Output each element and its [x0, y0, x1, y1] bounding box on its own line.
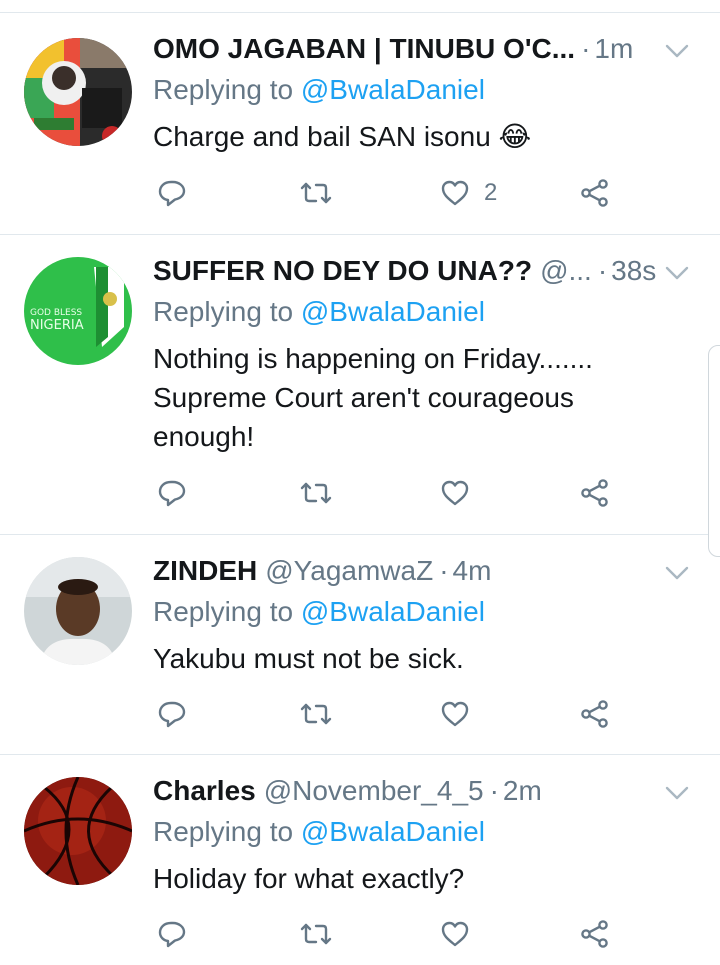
replying-to: Replying to @BwalaDaniel — [153, 296, 485, 328]
replying-prefix: Replying to — [153, 596, 294, 627]
like-button[interactable] — [440, 694, 484, 734]
like-icon — [441, 921, 469, 947]
share-icon — [581, 700, 608, 728]
user-handle[interactable]: @November_4_5 — [264, 775, 484, 807]
display-name[interactable]: Charles — [153, 775, 256, 807]
reply-icon — [158, 701, 186, 728]
timestamp[interactable]: 4m — [453, 555, 492, 587]
chevron-down-icon[interactable] — [664, 780, 690, 806]
retweet-icon — [300, 923, 332, 945]
mention-link[interactable]: @BwalaDaniel — [301, 74, 485, 105]
tweet-header: Charles @November_4_5 · 2m — [153, 775, 542, 809]
like-button[interactable] — [440, 473, 484, 513]
separator-dot: · — [597, 255, 608, 286]
tweet-item[interactable]: GOD BLESS NIGERIA SUFFER NO DEY DO UNA??… — [0, 235, 720, 535]
avatar[interactable]: GOD BLESS NIGERIA — [24, 257, 132, 365]
avatar[interactable] — [24, 557, 132, 665]
retweet-button[interactable] — [297, 914, 335, 954]
tweet-item[interactable]: Charles @November_4_5 · 2m Replying to @… — [0, 755, 720, 965]
reply-button[interactable] — [157, 473, 187, 513]
replying-prefix: Replying to — [153, 816, 294, 847]
chevron-down-icon[interactable] — [664, 260, 690, 286]
chevron-down-icon[interactable] — [664, 560, 690, 586]
separator-dot: · — [581, 33, 591, 64]
tweet-text: Yakubu must not be sick. — [153, 643, 464, 674]
avatar[interactable] — [24, 38, 132, 146]
like-count: 2 — [484, 179, 498, 206]
retweet-button[interactable] — [297, 694, 335, 734]
reply-icon — [158, 480, 186, 507]
user-handle[interactable]: @... — [540, 255, 592, 287]
replying-to: Replying to @BwalaDaniel — [153, 596, 485, 628]
display-name[interactable]: SUFFER NO DEY DO UNA?? — [153, 255, 532, 287]
reply-icon — [158, 180, 186, 207]
action-bar — [155, 694, 635, 734]
share-button[interactable] — [580, 173, 610, 213]
share-icon — [581, 920, 608, 948]
like-button[interactable] — [440, 914, 484, 954]
share-button[interactable] — [580, 473, 610, 513]
mention-link[interactable]: @BwalaDaniel — [301, 596, 485, 627]
like-icon — [441, 180, 469, 206]
chevron-down-icon[interactable] — [664, 38, 690, 64]
retweet-icon — [300, 182, 332, 204]
tweet-item[interactable]: OMO JAGABAN | TINUBU O'C... · 1m Replyin… — [0, 13, 720, 235]
avatar-text: GOD BLESS — [30, 308, 82, 318]
retweet-button[interactable] — [297, 173, 335, 213]
mention-link[interactable]: @BwalaDaniel — [301, 816, 485, 847]
tweet-header: OMO JAGABAN | TINUBU O'C... · 1m — [153, 33, 633, 67]
like-icon — [441, 701, 469, 727]
display-name[interactable]: OMO JAGABAN | TINUBU O'C... — [153, 33, 575, 65]
timestamp[interactable]: 1m — [594, 33, 633, 65]
like-icon — [441, 480, 469, 506]
tweet-item[interactable]: ZINDEH @YagamwaZ · 4m Replying to @Bwala… — [0, 535, 720, 755]
timestamp[interactable]: 2m — [503, 775, 542, 807]
like-button[interactable]: 2 — [440, 173, 497, 213]
share-icon — [581, 479, 608, 507]
separator-dot: · — [439, 555, 449, 586]
tweet-header: ZINDEH @YagamwaZ · 4m — [153, 555, 491, 589]
tweet-text: Holiday for what exactly? — [153, 863, 465, 894]
replying-to: Replying to @BwalaDaniel — [153, 74, 485, 106]
action-bar: 2 — [155, 173, 635, 213]
replying-prefix: Replying to — [153, 74, 294, 105]
retweet-icon — [300, 703, 332, 725]
replying-to: Replying to @BwalaDaniel — [153, 816, 485, 848]
timestamp[interactable]: 38s — [611, 255, 656, 287]
mention-link[interactable]: @BwalaDaniel — [301, 296, 485, 327]
avatar-text: NIGERIA — [30, 318, 84, 333]
avatar[interactable] — [24, 777, 132, 885]
user-handle[interactable]: @YagamwaZ — [265, 555, 433, 587]
tweet-text: Nothing is happening on Friday....... Su… — [153, 343, 593, 452]
reply-icon — [158, 921, 186, 948]
reply-button[interactable] — [157, 173, 187, 213]
share-icon — [581, 179, 608, 207]
tweet-text: Charge and bail SAN isonu 😂 — [153, 121, 532, 152]
reply-button[interactable] — [157, 914, 187, 954]
share-button[interactable] — [580, 694, 610, 734]
retweet-button[interactable] — [297, 473, 335, 513]
replying-prefix: Replying to — [153, 296, 294, 327]
action-bar — [155, 473, 635, 513]
action-bar — [155, 914, 635, 954]
tweet-header: SUFFER NO DEY DO UNA?? @... · 38s — [153, 255, 656, 289]
retweet-icon — [300, 482, 332, 504]
separator-dot: · — [489, 775, 499, 806]
share-button[interactable] — [580, 914, 610, 954]
scroll-handle[interactable] — [708, 345, 720, 557]
display-name[interactable]: ZINDEH — [153, 555, 257, 587]
reply-button[interactable] — [157, 694, 187, 734]
